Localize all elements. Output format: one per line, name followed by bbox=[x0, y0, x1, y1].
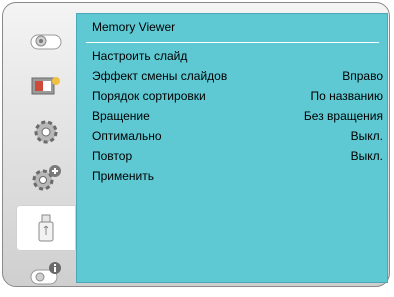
menu-row-value: Без вращения bbox=[303, 109, 383, 123]
menu-row-slide-setup[interactable]: Настроить слайд bbox=[92, 47, 383, 65]
sidebar-item-picture[interactable] bbox=[16, 63, 76, 109]
menu-row-label: Эффект смены слайдов bbox=[92, 69, 228, 83]
menu-row-label: Оптимально bbox=[92, 129, 162, 143]
usb-stick-icon bbox=[38, 214, 54, 242]
sidebar-item-extended[interactable] bbox=[16, 155, 76, 201]
projector-info-icon bbox=[30, 262, 61, 285]
sidebar bbox=[16, 13, 76, 285]
menu-row-optimal[interactable]: Оптимально Выкл. bbox=[92, 127, 383, 145]
sidebar-item-settings[interactable] bbox=[16, 109, 76, 155]
menu-row-value: Вправо bbox=[342, 69, 383, 83]
menu-frame: Memory Viewer Настроить слайд Эффект сме… bbox=[2, 2, 390, 287]
projector-icon bbox=[30, 34, 62, 50]
menu-row-repeat[interactable]: Повтор Выкл. bbox=[92, 147, 383, 165]
sidebar-item-info[interactable] bbox=[16, 251, 76, 297]
menu-row-transition-effect[interactable]: Эффект смены слайдов Вправо bbox=[92, 67, 383, 85]
menu-row-label: Настроить слайд bbox=[92, 49, 188, 63]
panel-title: Memory Viewer bbox=[92, 20, 176, 34]
menu-row-value: По названию bbox=[310, 89, 383, 103]
menu-row-label: Повтор bbox=[92, 149, 133, 163]
sidebar-item-projector[interactable] bbox=[16, 17, 76, 63]
menu-row-label: Вращение bbox=[92, 109, 150, 123]
sidebar-item-memory-viewer[interactable] bbox=[16, 205, 76, 251]
menu-row-apply[interactable]: Применить bbox=[92, 167, 383, 185]
memory-viewer-panel: Memory Viewer Настроить слайд Эффект сме… bbox=[76, 13, 388, 283]
gear-plus-icon bbox=[32, 165, 61, 191]
menu-row-sort-order[interactable]: Порядок сортировки По названию bbox=[92, 87, 383, 105]
title-divider bbox=[86, 42, 379, 43]
gear-icon bbox=[34, 120, 58, 144]
menu-row-value: Выкл. bbox=[350, 149, 383, 163]
menu-row-value: Выкл. bbox=[350, 129, 383, 143]
menu-row-rotation[interactable]: Вращение Без вращения bbox=[92, 107, 383, 125]
menu-row-label: Порядок сортировки bbox=[92, 89, 206, 103]
menu-row-label: Применить bbox=[92, 169, 155, 183]
picture-settings-icon bbox=[31, 77, 60, 95]
